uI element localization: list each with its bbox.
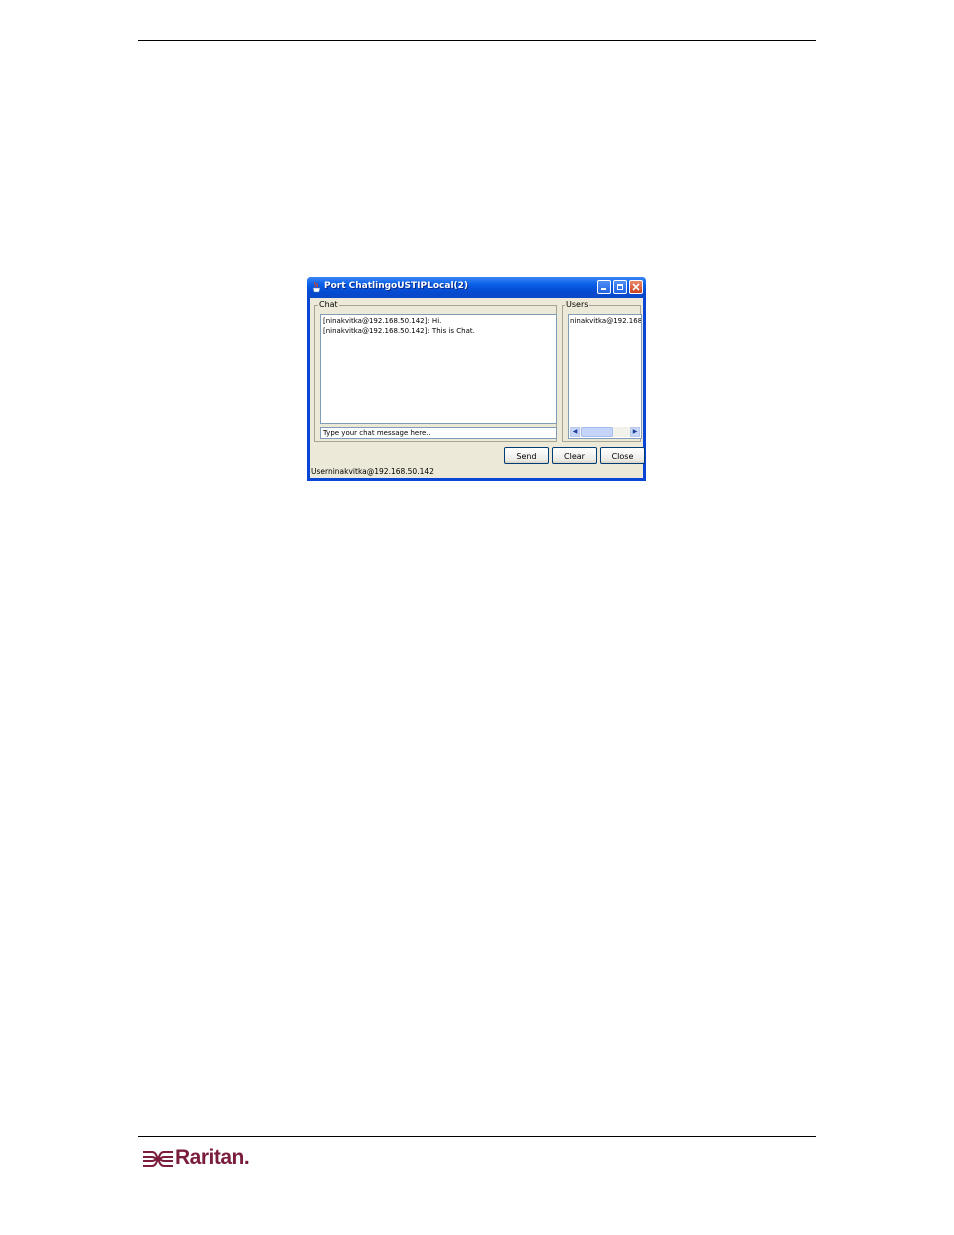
close-icon (632, 283, 640, 291)
chat-group: Chat [ninakvitka@192.168.50.142]: Hi. [n… (314, 300, 557, 442)
java-cup-icon (312, 282, 321, 293)
send-button[interactable]: Send (504, 447, 549, 464)
clear-button[interactable]: Clear (552, 447, 597, 464)
scroll-left-icon[interactable]: ◀ (570, 427, 580, 437)
users-list[interactable]: ninakvitka@192.168.50.142 ◀ ▶ (568, 314, 642, 439)
users-group: Users ninakvitka@192.168.50.142 ◀ ▶ (562, 300, 642, 442)
chat-legend: Chat (318, 300, 339, 310)
scroll-right-icon[interactable]: ▶ (630, 427, 640, 437)
chat-history[interactable]: [ninakvitka@192.168.50.142]: Hi. [ninakv… (320, 314, 557, 424)
raritan-brand-text: Raritan. (175, 1146, 250, 1169)
footer-rule (138, 1136, 816, 1137)
header-rule (138, 40, 816, 41)
scroll-thumb[interactable] (581, 427, 613, 437)
chat-message: [ninakvitka@192.168.50.142]: This is Cha… (323, 327, 475, 335)
users-horizontal-scrollbar[interactable]: ◀ ▶ (570, 427, 640, 437)
window-close-button[interactable] (629, 280, 643, 294)
window-title: Port ChatlingoUSTIPLocal(2) (324, 281, 469, 291)
raritan-logo-icon (143, 1151, 173, 1167)
status-user: Userninakvitka@192.168.50.142 (311, 467, 434, 476)
maximize-button[interactable] (613, 280, 627, 294)
title-bar[interactable]: Port ChatlingoUSTIPLocal(2) (307, 277, 646, 298)
user-list-item[interactable]: ninakvitka@192.168.50.142 (569, 315, 641, 327)
maximize-icon (617, 284, 623, 290)
minimize-icon (601, 288, 606, 290)
dialog-body: Chat [ninakvitka@192.168.50.142]: Hi. [n… (310, 298, 645, 478)
users-legend: Users (565, 300, 590, 310)
close-button[interactable]: Close (600, 447, 645, 464)
chat-message: [ninakvitka@192.168.50.142]: Hi. (323, 317, 442, 325)
chat-message-input[interactable]: Type your chat message here.. (320, 427, 557, 439)
chat-window[interactable]: Port ChatlingoUSTIPLocal(2) Chat [ninakv… (307, 277, 646, 481)
minimize-button[interactable] (597, 280, 611, 294)
